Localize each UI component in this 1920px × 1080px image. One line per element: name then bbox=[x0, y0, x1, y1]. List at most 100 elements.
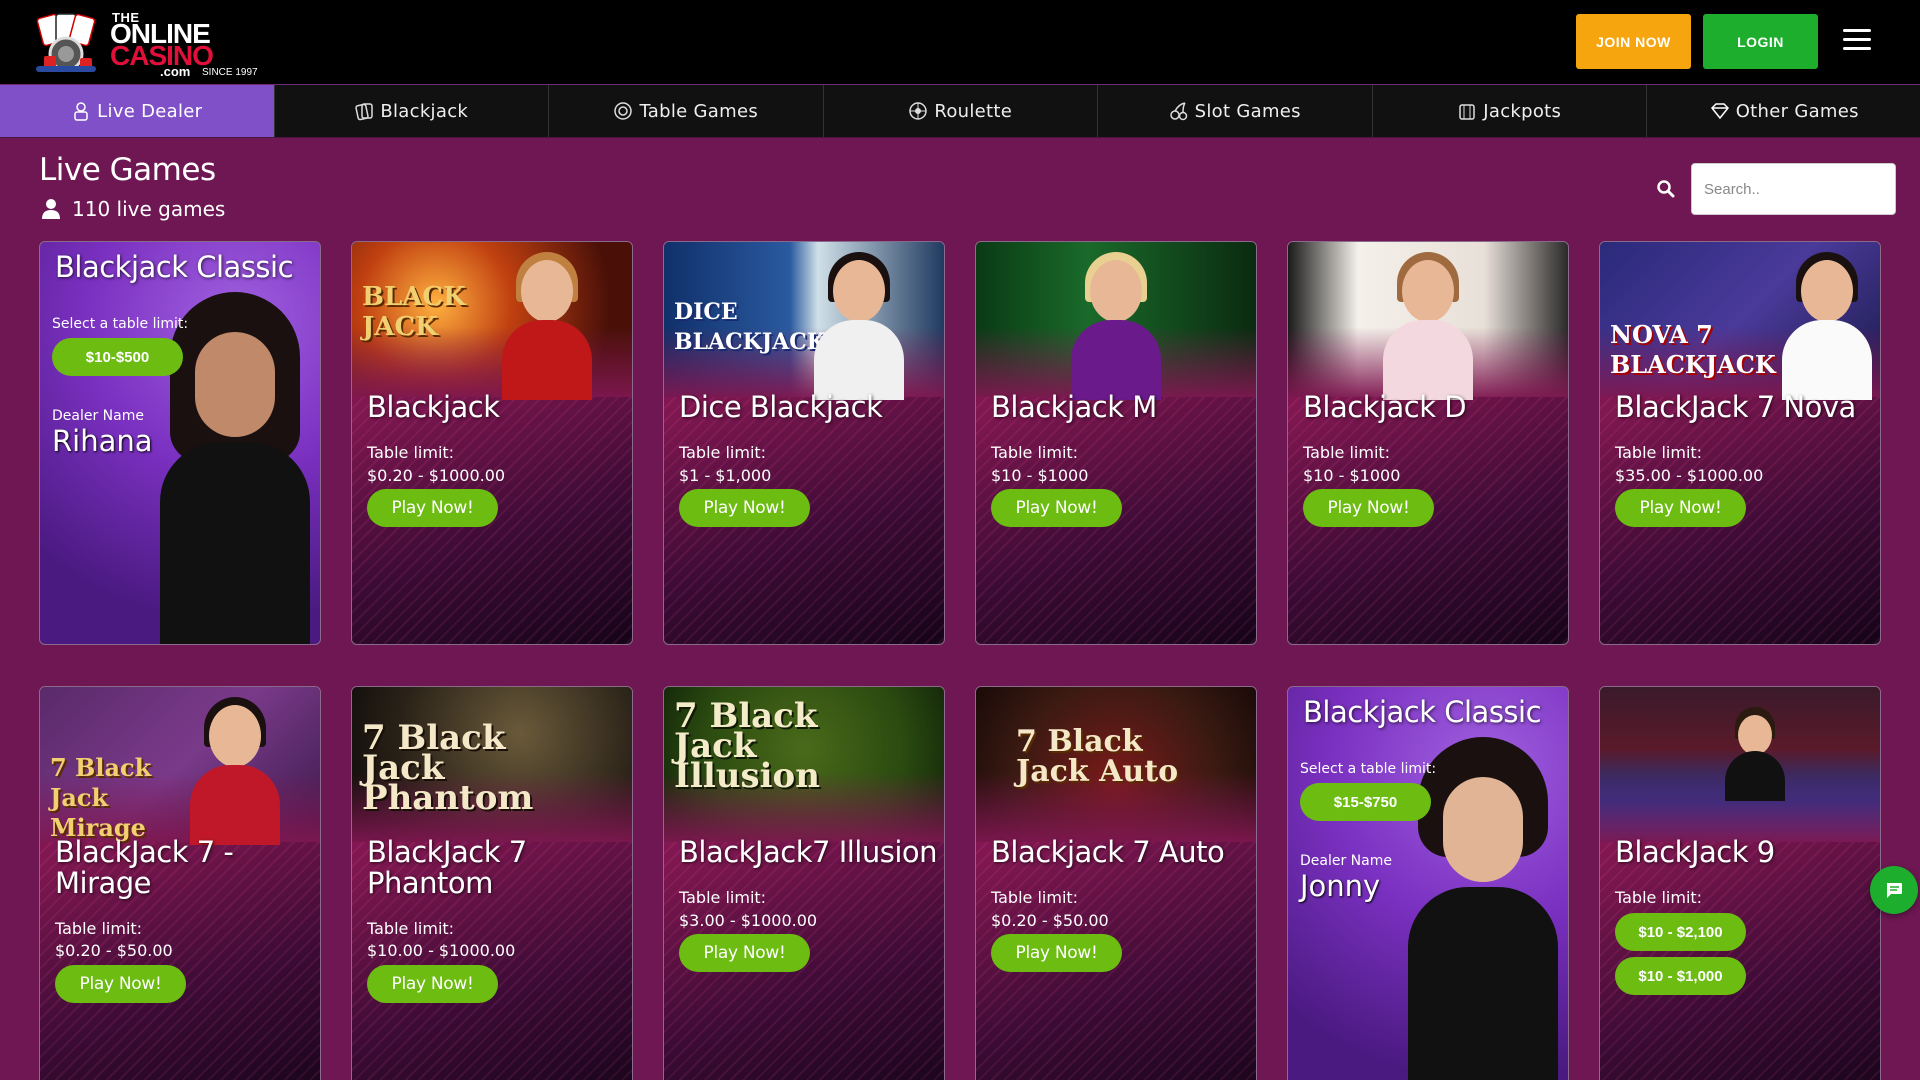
game-thumbnail: DICE BLACKJACK bbox=[664, 242, 944, 400]
table-limit-label: Table limit: bbox=[991, 443, 1079, 462]
game-card-blackjack[interactable]: BLACK JACK Blackjack Table limit: $0.20 … bbox=[351, 241, 633, 645]
game-card-blackjack-m[interactable]: Blackjack M Table limit: $10 - $1000 Pla… bbox=[975, 241, 1257, 645]
dealer-photo bbox=[1408, 737, 1558, 1080]
game-thumbnail: 7 Black Jack Phantom bbox=[352, 687, 632, 842]
nav-label: Table Games bbox=[639, 100, 759, 122]
category-nav: Live Dealer Blackjack Table Games Roulet… bbox=[0, 84, 1920, 138]
table-limit-value: $1 - $1,000 bbox=[679, 466, 772, 485]
nav-other-games[interactable]: Other Games bbox=[1647, 85, 1920, 137]
game-art-text: 7 Black Jack Mirage bbox=[50, 753, 152, 842]
play-now-button[interactable]: Play Now! bbox=[367, 489, 498, 527]
game-thumbnail: 7 Black Jack Auto bbox=[976, 687, 1256, 842]
game-card-dice-blackjack[interactable]: DICE BLACKJACK Dice Blackjack Table limi… bbox=[663, 241, 945, 645]
table-limit-label: Table limit: bbox=[55, 919, 143, 938]
game-thumbnail: 7 Black Jack Mirage bbox=[40, 687, 320, 845]
dealer-photo bbox=[160, 292, 310, 644]
table-limit-value: $3.00 - $1000.00 bbox=[679, 911, 818, 930]
menu-icon[interactable] bbox=[1843, 29, 1871, 51]
game-card-blackjack-classic[interactable]: Blackjack Classic Select a table limit: … bbox=[39, 241, 321, 645]
dealer-name: Jonny bbox=[1300, 869, 1381, 903]
search-input[interactable] bbox=[1691, 163, 1896, 215]
game-card-blackjack-classic[interactable]: Blackjack Classic Select a table limit: … bbox=[1287, 686, 1569, 1080]
game-art-text: 7 Black Jack Auto bbox=[1016, 724, 1179, 789]
game-card-blackjack7-illusion[interactable]: 7 Black Jack Illusion BlackJack7 Illusio… bbox=[663, 686, 945, 1080]
nav-label: Roulette bbox=[934, 100, 1013, 122]
card-title: BlackJack7 Illusion bbox=[679, 835, 938, 869]
table-limit-value: $0.20 - $50.00 bbox=[55, 941, 173, 960]
site-logo[interactable]: THE ONLINE CASINO .com SINCE 1997 bbox=[34, 8, 264, 79]
game-card-blackjack-9[interactable]: BlackJack 9 Table limit: $10 - $2,100 $1… bbox=[1599, 686, 1881, 1080]
play-now-button[interactable]: Play Now! bbox=[1615, 489, 1746, 527]
game-card-blackjack-d[interactable]: Blackjack D Table limit: $10 - $1000 Pla… bbox=[1287, 241, 1569, 645]
game-thumbnail: 7 Black Jack Illusion bbox=[664, 687, 944, 842]
roulette-icon bbox=[909, 102, 928, 120]
table-limit-label: Table limit: bbox=[367, 919, 455, 938]
table-limit-label: Table limit: bbox=[1615, 443, 1703, 462]
play-now-button[interactable]: Play Now! bbox=[367, 965, 498, 1003]
play-now-button[interactable]: Play Now! bbox=[679, 489, 810, 527]
nav-table-games[interactable]: Table Games bbox=[549, 85, 824, 137]
game-art-text: BLACK JACK bbox=[362, 282, 466, 342]
join-now-button[interactable]: JOIN NOW bbox=[1576, 14, 1691, 69]
dealer-name-label: Dealer Name bbox=[1300, 853, 1392, 869]
table-limit-value: $10 - $1000 bbox=[991, 466, 1089, 485]
logo-text-com: .com bbox=[160, 64, 191, 79]
cherry-icon bbox=[1169, 102, 1187, 121]
game-card-blackjack-7-mirage[interactable]: 7 Black Jack Mirage BlackJack 7 - Mirage… bbox=[39, 686, 321, 1080]
nav-slot-games[interactable]: Slot Games bbox=[1098, 85, 1373, 137]
game-thumbnail bbox=[976, 242, 1256, 400]
chat-button[interactable] bbox=[1870, 866, 1918, 914]
jackpot-icon bbox=[1459, 104, 1476, 120]
game-thumbnail: BLACK JACK bbox=[352, 242, 632, 400]
card-title: Blackjack Classic bbox=[1303, 695, 1542, 729]
nav-label: Other Games bbox=[1735, 100, 1859, 122]
nav-live-dealer[interactable]: Live Dealer bbox=[0, 85, 275, 137]
nav-label: Live Dealer bbox=[97, 100, 203, 122]
play-now-button[interactable]: Play Now! bbox=[1303, 489, 1434, 527]
game-art-text: 7 Black Jack Illusion bbox=[674, 696, 820, 796]
dealer-name-label: Dealer Name bbox=[52, 408, 144, 424]
game-art-text: 7 Black Jack Phantom bbox=[362, 718, 534, 818]
nav-roulette[interactable]: Roulette bbox=[824, 85, 1098, 137]
play-now-button[interactable]: Play Now! bbox=[55, 965, 186, 1003]
dealer-icon bbox=[74, 102, 88, 121]
nav-jackpots[interactable]: Jackpots bbox=[1373, 85, 1647, 137]
live-games-count-text: 110 live games bbox=[72, 197, 226, 221]
page-title: Live Games bbox=[39, 152, 216, 188]
game-card-blackjack-7-phantom[interactable]: 7 Black Jack Phantom BlackJack 7 Phantom… bbox=[351, 686, 633, 1080]
game-thumbnail bbox=[1600, 687, 1880, 842]
table-limit-button[interactable]: $10 - $1,000 bbox=[1615, 957, 1746, 995]
game-thumbnail bbox=[1288, 242, 1568, 400]
logo-since: SINCE 1997 bbox=[202, 67, 258, 78]
table-limit-button[interactable]: $10-$500 bbox=[52, 338, 183, 376]
table-limit-label: Table limit: bbox=[991, 888, 1079, 907]
play-now-button[interactable]: Play Now! bbox=[679, 934, 810, 972]
table-limit-value: $35.00 - $1000.00 bbox=[1615, 466, 1764, 485]
nav-blackjack[interactable]: Blackjack bbox=[275, 85, 549, 137]
play-now-button[interactable]: Play Now! bbox=[991, 934, 1122, 972]
table-limit-button[interactable]: $15-$750 bbox=[1300, 783, 1431, 821]
table-limit-value: $0.20 - $50.00 bbox=[991, 911, 1109, 930]
nav-label: Blackjack bbox=[380, 100, 469, 122]
card-title: Blackjack Classic bbox=[55, 250, 294, 284]
table-limit-label: Table limit: bbox=[679, 443, 767, 462]
select-limit-label: Select a table limit: bbox=[52, 316, 189, 332]
table-limit-value: $0.20 - $1000.00 bbox=[367, 466, 506, 485]
user-icon bbox=[42, 199, 60, 219]
card-title: Blackjack 7 Auto bbox=[991, 835, 1225, 869]
game-card-blackjack-7-auto[interactable]: 7 Black Jack Auto Blackjack 7 Auto Table… bbox=[975, 686, 1257, 1080]
login-button[interactable]: LOGIN bbox=[1703, 14, 1818, 69]
nav-label: Slot Games bbox=[1194, 100, 1301, 122]
game-art-text: DICE BLACKJACK bbox=[674, 299, 826, 355]
search-icon[interactable] bbox=[1656, 179, 1676, 199]
table-limit-button[interactable]: $10 - $2,100 bbox=[1615, 913, 1746, 951]
diamond-icon bbox=[1710, 103, 1729, 120]
game-card-blackjack-7-nova[interactable]: NOVA 7 BLACKJACK BlackJack 7 Nova Table … bbox=[1599, 241, 1881, 645]
dealer-name: Rihana bbox=[52, 424, 153, 458]
play-now-button[interactable]: Play Now! bbox=[991, 489, 1122, 527]
card-title: Blackjack bbox=[367, 390, 500, 424]
nav-label: Jackpots bbox=[1483, 100, 1562, 122]
site-header: THE ONLINE CASINO .com SINCE 1997 JOIN N… bbox=[0, 0, 1920, 84]
card-title: BlackJack 9 bbox=[1615, 835, 1775, 869]
table-limit-value: $10.00 - $1000.00 bbox=[367, 941, 516, 960]
